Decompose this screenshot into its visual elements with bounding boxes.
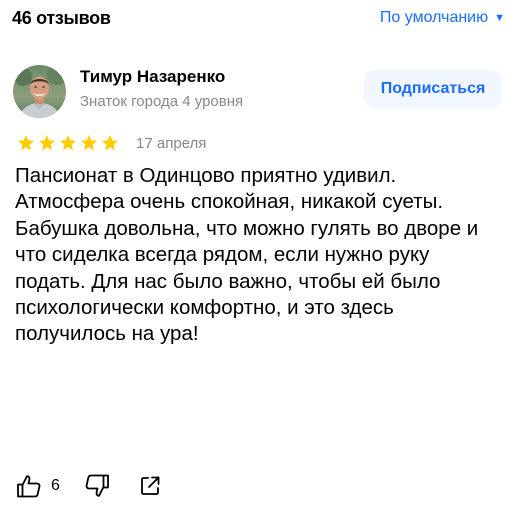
review-date: 17 апреля [136, 134, 207, 152]
thumbs-down-icon [85, 474, 109, 497]
rating-row: 17 апреля [17, 134, 206, 152]
review-actions: 6 [16, 474, 161, 498]
star-rating [17, 134, 119, 152]
star-icon [81, 135, 97, 151]
like-button[interactable]: 6 [16, 474, 60, 498]
thumbs-up-icon [17, 475, 41, 498]
author-level: Знаток города 4 уровня [80, 93, 244, 110]
share-button[interactable] [139, 475, 161, 497]
like-count: 6 [51, 477, 60, 494]
dislike-button[interactable] [84, 474, 110, 498]
star-icon [18, 135, 34, 151]
subscribe-button[interactable]: Подписаться [364, 70, 502, 108]
reviews-count-title: 46 отзывов [12, 8, 111, 28]
review-text: Пансионат в Одинцово приятно удивил. Атм… [15, 164, 479, 346]
share-icon [141, 476, 160, 495]
star-icon [102, 135, 118, 151]
sort-dropdown[interactable]: По умолчанию ▼ [380, 9, 505, 27]
reviews-page: 46 отзывов По умолчанию ▼ Тимур Назаренк… [0, 0, 511, 515]
sort-dropdown-label: По умолчанию [379, 9, 489, 26]
author-name[interactable]: Тимур Назаренко [80, 67, 225, 87]
caret-down-icon: ▼ [494, 11, 505, 24]
avatar[interactable] [13, 65, 66, 118]
star-icon [60, 135, 76, 151]
star-icon [39, 135, 55, 151]
user-photo-icon [13, 65, 66, 118]
